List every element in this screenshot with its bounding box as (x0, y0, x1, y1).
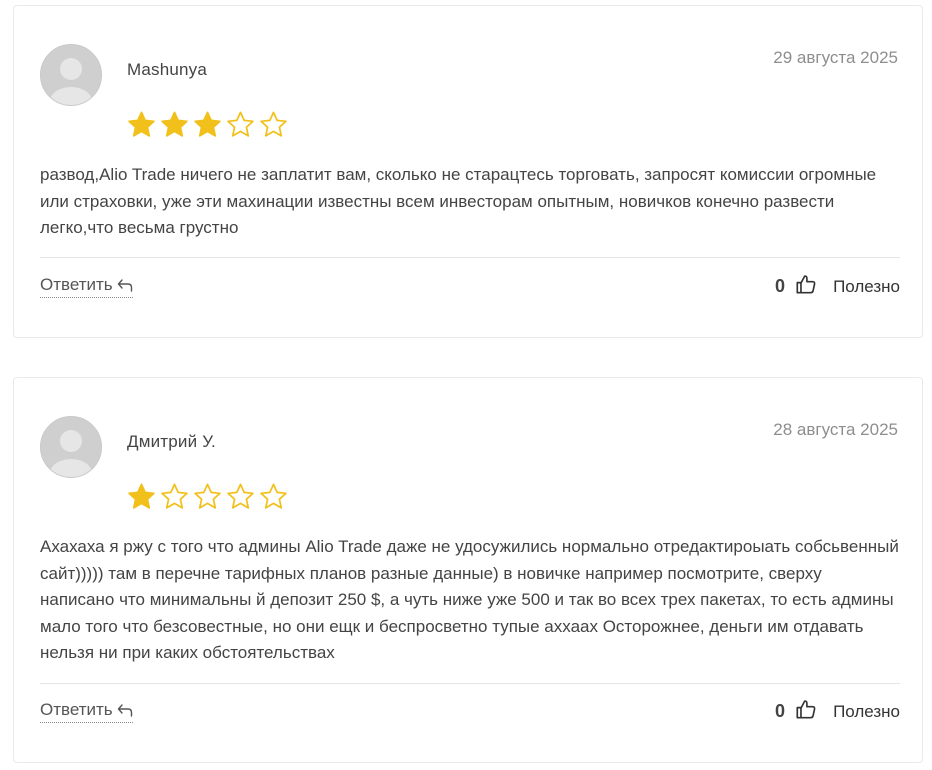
star-empty-icon (258, 110, 289, 138)
helpful-block: 0 Полезно (775, 273, 900, 300)
reply-arrow-icon (117, 278, 133, 292)
review-date: 28 августа 2025 (773, 420, 898, 439)
review-date: 29 августа 2025 (773, 48, 898, 67)
review-text: развод,Alio Trade ничего не заплатит вам… (40, 165, 877, 237)
divider (40, 683, 900, 684)
helpful-label[interactable]: Полезно (833, 702, 900, 722)
review-author: Mashunya (127, 60, 208, 79)
thumbs-up-icon[interactable] (795, 698, 817, 725)
helpful-count: 0 (775, 276, 786, 296)
reply-label: Ответить (40, 275, 113, 294)
reply-label: Ответить (40, 700, 113, 719)
divider (40, 257, 900, 258)
review-card: Mashunya 29 августа 2025 развод,Alio Tra… (13, 5, 923, 338)
review-card: Дмитрий У. 28 августа 2025 Ахахаха я ржу… (13, 377, 923, 763)
star-filled-icon (192, 110, 223, 138)
reply-arrow-icon (117, 703, 133, 717)
avatar-icon (40, 416, 102, 478)
helpful-count: 0 (775, 701, 786, 721)
star-empty-icon (192, 482, 223, 510)
reply-button[interactable]: Ответить (40, 700, 133, 723)
helpful-block: 0 Полезно (775, 698, 900, 725)
reply-button[interactable]: Ответить (40, 275, 133, 298)
review-text: Ахахаха я ржу с того что админы Alio Tra… (40, 537, 899, 662)
star-empty-icon (225, 482, 256, 510)
thumbs-up-icon[interactable] (795, 273, 817, 300)
rating-stars (126, 482, 289, 510)
star-empty-icon (225, 110, 256, 138)
star-empty-icon (258, 482, 289, 510)
star-empty-icon (159, 482, 190, 510)
review-author: Дмитрий У. (127, 432, 216, 451)
helpful-label[interactable]: Полезно (833, 277, 900, 297)
rating-stars (126, 110, 289, 138)
avatar-icon (40, 44, 102, 106)
star-filled-icon (159, 110, 190, 138)
star-filled-icon (126, 482, 157, 510)
star-filled-icon (126, 110, 157, 138)
